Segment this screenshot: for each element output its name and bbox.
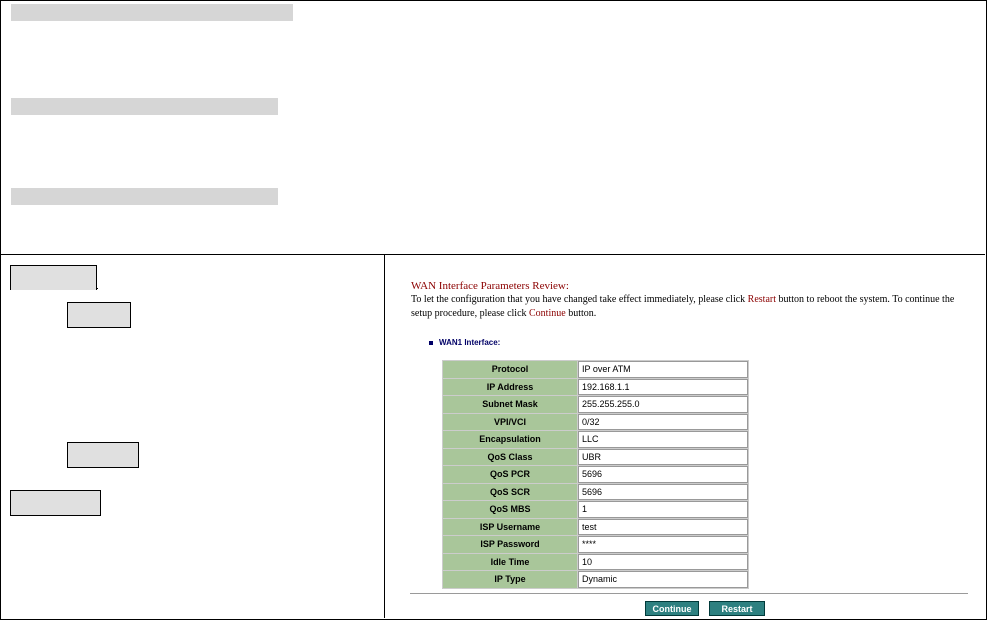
param-label: VPI/VCI	[443, 413, 577, 430]
table-row: Encapsulation LLC	[443, 431, 748, 448]
vertical-divider	[384, 255, 385, 618]
param-label: IP Address	[443, 378, 577, 395]
table-row: QoS SCR 5696	[443, 483, 748, 500]
param-label: QoS PCR	[443, 466, 577, 483]
wan-separator	[410, 593, 968, 594]
horizontal-divider	[0, 254, 985, 255]
param-value: test	[578, 518, 748, 535]
bullet-icon	[429, 340, 433, 345]
param-label: QoS MBS	[443, 501, 577, 518]
table-row: VPI/VCI 0/32	[443, 413, 748, 430]
wan-section-header: WAN1 Interface:	[429, 338, 500, 347]
wan-review-description: To let the configuration that you have c…	[411, 294, 955, 319]
placeholder-box	[67, 302, 131, 328]
table-row: Subnet Mask 255.255.255.0	[443, 396, 748, 413]
param-value: 1	[578, 501, 748, 518]
param-value: IP over ATM	[578, 361, 748, 378]
placeholder-box	[10, 490, 101, 516]
redacted-text-bar	[11, 98, 278, 115]
param-label: QoS Class	[443, 448, 577, 465]
param-value: UBR	[578, 448, 748, 465]
param-value: 5696	[578, 466, 748, 483]
table-row: QoS MBS 1	[443, 501, 748, 518]
continue-link-text: Continue	[529, 308, 566, 319]
param-label: QoS SCR	[443, 483, 577, 500]
redacted-text-bar	[11, 4, 293, 21]
placeholder-box	[10, 265, 97, 290]
wan-review-title: WAN Interface Parameters Review:	[411, 280, 569, 292]
restart-button[interactable]: Restart	[709, 601, 765, 616]
param-value: 0/32	[578, 413, 748, 430]
table-row: IP Address 192.168.1.1	[443, 378, 748, 395]
continue-button[interactable]: Continue	[645, 601, 699, 616]
param-value: 192.168.1.1	[578, 378, 748, 395]
restart-link-text: Restart	[747, 294, 776, 305]
redacted-text-bar	[11, 188, 278, 205]
wan-parameters-table: Protocol IP over ATM IP Address 192.168.1.…	[442, 360, 749, 589]
param-label: Protocol	[443, 361, 577, 378]
table-row: QoS Class UBR	[443, 448, 748, 465]
param-value: 255.255.255.0	[578, 396, 748, 413]
param-label: ISP Username	[443, 518, 577, 535]
param-label: Idle Time	[443, 553, 577, 570]
table-row: QoS PCR 5696	[443, 466, 748, 483]
param-value: LLC	[578, 431, 748, 448]
param-value: Dynamic	[578, 571, 748, 588]
param-value: 5696	[578, 483, 748, 500]
param-label: Encapsulation	[443, 431, 577, 448]
param-label: Subnet Mask	[443, 396, 577, 413]
param-label: ISP Password	[443, 536, 577, 553]
table-row: IP Type Dynamic	[443, 571, 748, 588]
param-value: ****	[578, 536, 748, 553]
table-row: Protocol IP over ATM	[443, 361, 748, 378]
placeholder-box	[67, 442, 139, 468]
table-row: ISP Password ****	[443, 536, 748, 553]
param-label: IP Type	[443, 571, 577, 588]
table-row: ISP Username test	[443, 518, 748, 535]
table-row: Idle Time 10	[443, 553, 748, 570]
param-value: 10	[578, 553, 748, 570]
